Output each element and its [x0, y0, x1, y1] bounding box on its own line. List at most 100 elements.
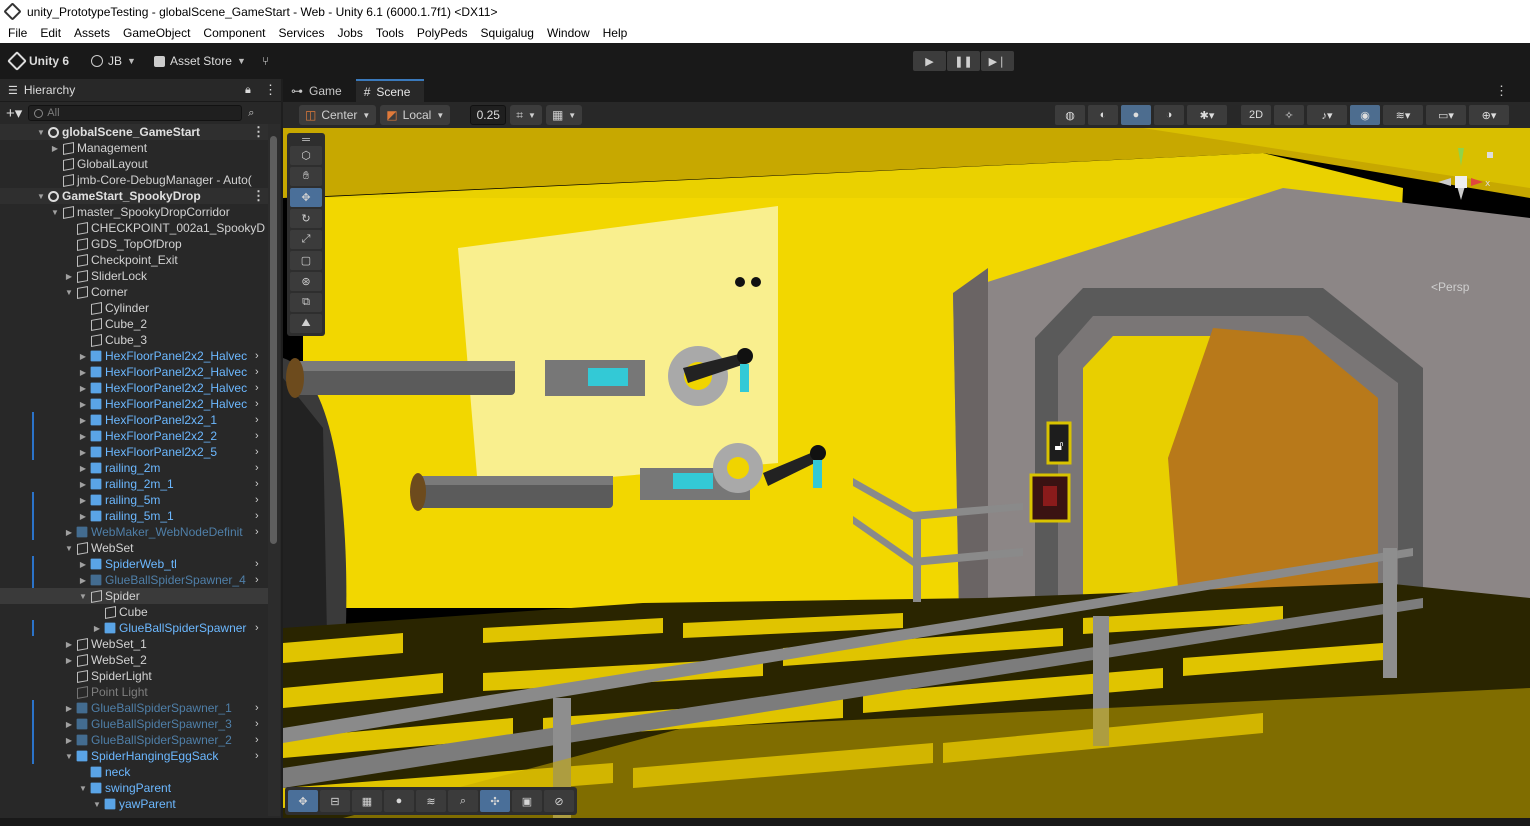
hierarchy-row[interactable]: ▶ GlueBallSpiderSpawner_2 › — [0, 732, 268, 748]
expand-right-icon[interactable]: ▶ — [64, 736, 74, 745]
align-button[interactable]: ⊟ — [320, 790, 350, 812]
move-handle-button[interactable]: ✥ — [288, 790, 318, 812]
unity-version-button[interactable]: Unity 6 — [7, 51, 69, 71]
2d-toggle[interactable]: 2D — [1241, 105, 1271, 125]
hand-tool-button[interactable]: ✋︎ — [290, 167, 322, 186]
hierarchy-row[interactable]: ▶ SliderLock — [0, 268, 268, 284]
audio-toggle[interactable]: ♪▾ — [1307, 105, 1347, 125]
hierarchy-row[interactable]: ▼ Corner — [0, 284, 268, 300]
hierarchy-row[interactable]: ▼ master_SpookyDropCorridor — [0, 204, 268, 220]
expand-right-icon[interactable]: ▶ — [78, 480, 88, 489]
hierarchy-scene-row[interactable]: ▼ GameStart_SpookyDrop ⋮ — [0, 188, 268, 204]
expand-down-icon[interactable]: ▼ — [36, 192, 46, 201]
open-prefab-chevron-icon[interactable]: › — [255, 718, 259, 730]
hierarchy-row[interactable]: ▶ railing_5m_1 › — [0, 508, 268, 524]
gizmos-dropdown[interactable]: ⊕▾ — [1469, 105, 1509, 125]
visibility-toggle[interactable]: ◉ — [1350, 105, 1380, 125]
expand-right-icon[interactable]: ▶ — [78, 432, 88, 441]
open-prefab-chevron-icon[interactable]: › — [255, 510, 259, 522]
hierarchy-row[interactable]: ▶ railing_2m › — [0, 460, 268, 476]
open-prefab-chevron-icon[interactable]: › — [255, 398, 259, 410]
expand-down-icon[interactable]: ▼ — [92, 800, 102, 809]
account-dropdown[interactable]: JB ▼ — [91, 54, 136, 68]
hierarchy-search-input[interactable]: All — [28, 105, 243, 121]
expand-down-icon[interactable]: ▼ — [64, 752, 74, 761]
perspective-toggle[interactable]: <Persp — [1431, 280, 1469, 294]
expand-right-icon[interactable]: ▶ — [78, 448, 88, 457]
camera-dropdown[interactable]: ▭▾ — [1426, 105, 1466, 125]
expand-right-icon[interactable]: ▶ — [78, 400, 88, 409]
debug-draw-dropdown[interactable]: ✱▾ — [1187, 105, 1227, 125]
hierarchy-row[interactable]: ▶ GlueBallSpiderSpawner_3 › — [0, 716, 268, 732]
rotate-tool-button[interactable]: ↻ — [290, 209, 322, 228]
menu-component[interactable]: Component — [197, 26, 272, 40]
expand-right-icon[interactable]: ▶ — [78, 368, 88, 377]
asset-store-dropdown[interactable]: Asset Store ▼ — [153, 54, 246, 68]
wireframe-button[interactable]: ◍ — [1055, 105, 1085, 125]
more-options-icon[interactable]: ⋮ — [252, 188, 265, 204]
hierarchy-row[interactable]: ▶ SpiderWeb_tl › — [0, 556, 268, 572]
editor-tool-button[interactable]: ⛰ — [290, 314, 322, 333]
expand-right-icon[interactable]: ▶ — [64, 640, 74, 649]
hierarchy-row[interactable]: ▶ GlueBallSpiderSpawner_1 › — [0, 700, 268, 716]
expand-down-icon[interactable]: ▼ — [50, 208, 60, 217]
transform-tool-button[interactable]: ⊛ — [290, 272, 322, 291]
hierarchy-row[interactable]: ▶ HexFloorPanel2x2_Halvec › — [0, 348, 268, 364]
open-prefab-chevron-icon[interactable]: › — [255, 734, 259, 746]
expand-right-icon[interactable]: ▶ — [64, 528, 74, 537]
open-prefab-chevron-icon[interactable]: › — [255, 430, 259, 442]
expand-right-icon[interactable]: ▶ — [78, 512, 88, 521]
menu-jobs[interactable]: Jobs — [331, 26, 369, 40]
tab-game[interactable]: ⊶ Game — [283, 79, 356, 102]
hierarchy-row[interactable]: Cylinder — [0, 300, 268, 316]
version-control-button[interactable]: ⑂ — [262, 54, 269, 68]
hierarchy-row[interactable]: Cube_3 — [0, 332, 268, 348]
expand-right-icon[interactable]: ▶ — [92, 624, 102, 633]
expand-down-icon[interactable]: ▼ — [78, 784, 88, 793]
hierarchy-row[interactable]: ▼ Spider — [0, 588, 268, 604]
hierarchy-row[interactable]: SpiderLight — [0, 668, 268, 684]
add-object-button[interactable]: +▾ — [6, 104, 22, 122]
unlit-button[interactable]: ◑ — [1154, 105, 1184, 125]
layers-button[interactable]: ≋ — [416, 790, 446, 812]
play-button[interactable]: ▶ — [913, 51, 946, 71]
menu-help[interactable]: Help — [597, 26, 635, 40]
overlay-handle[interactable]: ═ — [290, 134, 322, 146]
grid-visibility-dropdown[interactable]: ▦ ▼ — [545, 105, 583, 125]
open-prefab-chevron-icon[interactable]: › — [255, 478, 259, 490]
menu-tools[interactable]: Tools — [370, 26, 411, 40]
open-prefab-chevron-icon[interactable]: › — [255, 574, 259, 586]
open-prefab-chevron-icon[interactable]: › — [255, 446, 259, 458]
hierarchy-row[interactable]: ▶ Management — [0, 140, 268, 156]
hierarchy-row[interactable]: ▶ HexFloorPanel2x2_5 › — [0, 444, 268, 460]
hierarchy-row[interactable]: neck — [0, 764, 268, 780]
expand-right-icon[interactable]: ▶ — [64, 656, 74, 665]
hierarchy-row[interactable]: ▶ HexFloorPanel2x2_Halvec › — [0, 396, 268, 412]
scrollbar-thumb[interactable] — [270, 136, 277, 544]
rect-tool-button[interactable]: ▢ — [290, 251, 322, 270]
camera-view-button[interactable]: ▣ — [512, 790, 542, 812]
hierarchy-row[interactable]: Checkpoint_Exit — [0, 252, 268, 268]
hierarchy-row[interactable]: ▼ SpiderHangingEggSack › — [0, 748, 268, 764]
expand-down-icon[interactable]: ▼ — [64, 544, 74, 553]
expand-down-icon[interactable]: ▼ — [36, 128, 46, 137]
expand-right-icon[interactable]: ▶ — [64, 272, 74, 281]
lighting-toggle[interactable]: ✧ — [1274, 105, 1304, 125]
menu-services[interactable]: Services — [272, 26, 331, 40]
hierarchy-row[interactable]: GlobalLayout — [0, 156, 268, 172]
expand-right-icon[interactable]: ▶ — [64, 704, 74, 713]
expand-right-icon[interactable]: ▶ — [78, 576, 88, 585]
hierarchy-row[interactable]: ▼ WebSet — [0, 540, 268, 556]
open-prefab-chevron-icon[interactable]: › — [255, 526, 259, 538]
scale-tool-button[interactable]: ⤢ — [290, 230, 322, 249]
hierarchy-row[interactable]: ▶ WebMaker_WebNodeDefinit › — [0, 524, 268, 540]
zoom-button[interactable]: ⌕ — [448, 790, 478, 812]
hierarchy-row[interactable]: Cube — [0, 604, 268, 620]
hierarchy-row[interactable]: ▶ HexFloorPanel2x2_1 › — [0, 412, 268, 428]
tab-scene[interactable]: # Scene — [355, 79, 425, 102]
open-prefab-chevron-icon[interactable]: › — [255, 414, 259, 426]
search-options-icon[interactable]: ⌕ — [248, 107, 254, 120]
orientation-gizmo[interactable]: x — [1423, 148, 1503, 218]
shaded-button[interactable]: ● — [1121, 105, 1151, 125]
menu-edit[interactable]: Edit — [34, 26, 68, 40]
